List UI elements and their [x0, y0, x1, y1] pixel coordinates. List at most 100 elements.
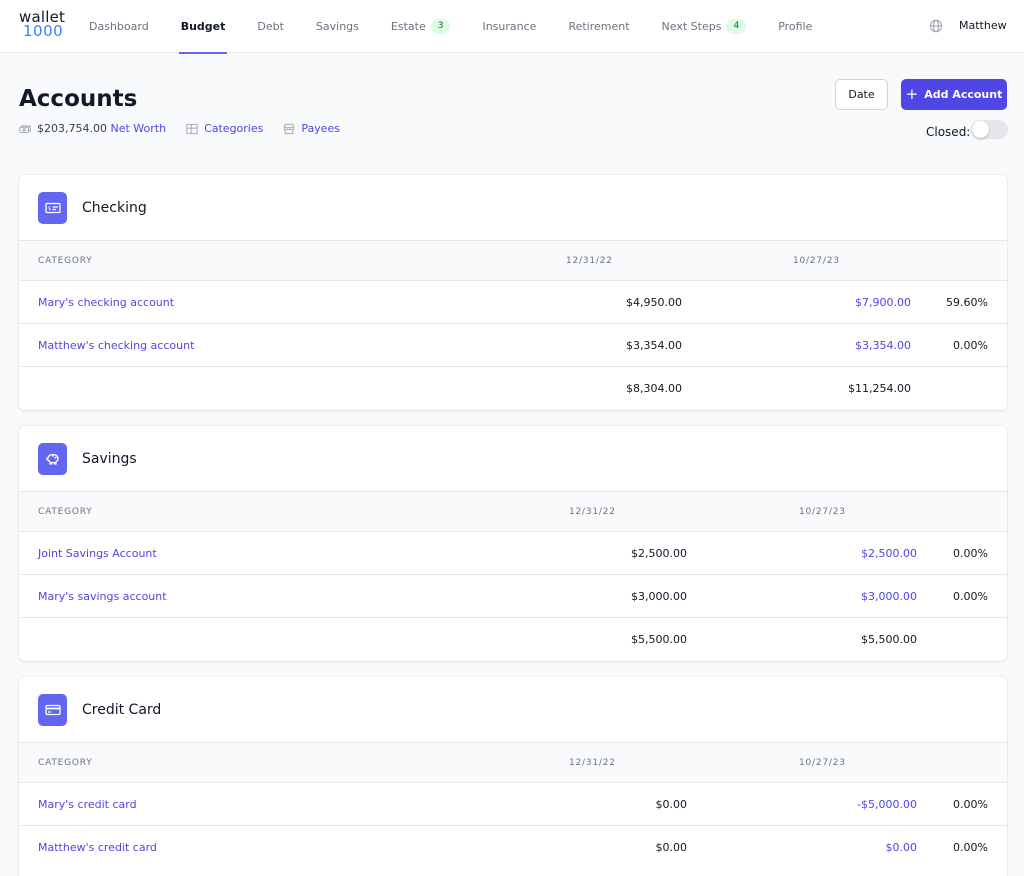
- column-header-category: CATEGORY: [38, 507, 93, 517]
- add-account-label: Add Account: [924, 88, 1003, 101]
- total-row: $8,304.00 $11,254.00: [19, 367, 1007, 410]
- table-row: Matthew's checking account $3,354.00 $3,…: [19, 324, 1007, 367]
- column-header-date2: 10/27/23: [799, 758, 846, 768]
- nav-item-label: Next Steps: [661, 20, 722, 33]
- next-steps-count-badge: 4: [726, 19, 747, 34]
- toggle-knob: [972, 121, 989, 138]
- account-name-link[interactable]: Mary's credit card: [38, 798, 137, 811]
- percent-change: 0.00%: [953, 339, 988, 352]
- add-account-button[interactable]: + Add Account: [901, 79, 1007, 110]
- page-title: Accounts: [19, 86, 138, 112]
- table-header: CATEGORY 12/31/22 10/27/23: [19, 492, 1007, 532]
- column-header-date2: 10/27/23: [799, 507, 846, 517]
- table-row: Matthew's credit card $0.00 $0.00 0.00%: [19, 826, 1007, 869]
- nav-item-label: Estate: [390, 20, 426, 33]
- nav-item-label: Insurance: [482, 20, 537, 33]
- value-date1: $0.00: [655, 798, 688, 811]
- nav-item-budget[interactable]: Budget: [165, 0, 242, 54]
- value-date2-link[interactable]: $7,900.00: [855, 296, 911, 309]
- card-header: Credit Card: [19, 677, 1007, 743]
- total-date1: $8,304.00: [626, 382, 682, 395]
- top-navigation: wallet 1000 Dashboard Budget Debt Saving…: [0, 0, 1024, 54]
- value-date2-link[interactable]: -$5,000.00: [857, 798, 917, 811]
- percent-change: 0.00%: [953, 547, 988, 560]
- column-header-category: CATEGORY: [38, 758, 93, 768]
- closed-toggle[interactable]: [971, 120, 1008, 139]
- column-header-date2: 10/27/23: [793, 256, 840, 266]
- percent-change: 59.60%: [946, 296, 988, 309]
- section-title: Savings: [82, 451, 137, 467]
- account-name-link[interactable]: Matthew's credit card: [38, 841, 157, 854]
- account-name-link[interactable]: Joint Savings Account: [38, 547, 157, 560]
- check-icon: $: [38, 192, 67, 224]
- card-header: Savings: [19, 426, 1007, 492]
- column-header-date1: 12/31/22: [569, 758, 616, 768]
- table-header: CATEGORY 12/31/22 10/27/23: [19, 241, 1007, 281]
- value-date1: $0.00: [655, 841, 688, 854]
- nav-item-savings[interactable]: Savings: [300, 0, 375, 53]
- value-date1: $3,000.00: [631, 590, 687, 603]
- net-worth-label: Net Worth: [110, 122, 167, 135]
- table-grid-icon: [186, 123, 198, 134]
- nav-item-label: Dashboard: [89, 20, 149, 33]
- value-date1: $3,354.00: [626, 339, 682, 352]
- value-date2-link[interactable]: $2,500.00: [861, 547, 917, 560]
- nav-item-label: Savings: [315, 20, 359, 33]
- categories-link[interactable]: Categories: [186, 122, 263, 135]
- table-row: Joint Savings Account $2,500.00 $2,500.0…: [19, 532, 1007, 575]
- nav-item-debt[interactable]: Debt: [241, 0, 300, 53]
- estate-count-badge: 3: [430, 19, 451, 34]
- user-name[interactable]: Matthew: [959, 19, 1007, 32]
- nav-item-estate[interactable]: Estate 3: [375, 0, 467, 53]
- total-row: $5,500.00 $5,500.00: [19, 618, 1007, 661]
- nav-item-label: Debt: [257, 20, 284, 33]
- value-date1: $2,500.00: [631, 547, 687, 560]
- value-date2-link[interactable]: $3,354.00: [855, 339, 911, 352]
- column-header-category: CATEGORY: [38, 256, 93, 266]
- payees-label: Payees: [301, 122, 341, 135]
- nav-item-label: Profile: [778, 20, 813, 33]
- credit-card-icon: [38, 694, 67, 726]
- payees-link[interactable]: Payees: [283, 122, 340, 135]
- percent-change: 0.00%: [953, 798, 988, 811]
- nav-item-dashboard[interactable]: Dashboard: [73, 0, 165, 53]
- checking-card: $ Checking CATEGORY 12/31/22 10/27/23 Ma…: [19, 175, 1007, 410]
- table-header: CATEGORY 12/31/22 10/27/23: [19, 743, 1007, 783]
- column-header-date1: 12/31/22: [566, 256, 613, 266]
- net-worth-link[interactable]: $203,754.00 Net Worth: [19, 122, 166, 135]
- date-button[interactable]: Date: [835, 79, 888, 110]
- account-name-link[interactable]: Matthew's checking account: [38, 339, 194, 352]
- nav-item-retirement[interactable]: Retirement: [552, 0, 645, 53]
- savings-card: Savings CATEGORY 12/31/22 10/27/23 Joint…: [19, 426, 1007, 661]
- section-title: Credit Card: [82, 702, 162, 718]
- section-title: Checking: [82, 200, 147, 216]
- net-worth-value: $203,754.00: [37, 122, 107, 135]
- table-row: Mary's credit card $0.00 -$5,000.00 0.00…: [19, 783, 1007, 826]
- nav-links: Dashboard Budget Debt Savings Estate 3 In…: [73, 0, 828, 54]
- nav-item-label: Retirement: [568, 20, 630, 33]
- total-date2: $11,254.00: [848, 382, 911, 395]
- credit-card-card: Credit Card CATEGORY 12/31/22 10/27/23 M…: [19, 677, 1007, 876]
- money-stack-icon: [19, 125, 31, 133]
- percent-change: 0.00%: [953, 841, 988, 854]
- value-date1: $4,950.00: [626, 296, 682, 309]
- nav-item-profile[interactable]: Profile: [762, 0, 828, 53]
- value-date2-link[interactable]: $0.00: [886, 841, 918, 854]
- percent-change: 0.00%: [953, 590, 988, 603]
- logo[interactable]: wallet 1000: [19, 10, 65, 40]
- total-date1: $5,500.00: [631, 633, 687, 646]
- table-row: Mary's savings account $3,000.00 $3,000.…: [19, 575, 1007, 618]
- nav-item-label: Budget: [180, 20, 226, 33]
- nav-item-next-steps[interactable]: Next Steps 4: [646, 0, 763, 53]
- logo-line2: 1000: [23, 22, 64, 40]
- account-name-link[interactable]: Mary's savings account: [38, 590, 167, 603]
- account-name-link[interactable]: Mary's checking account: [38, 296, 174, 309]
- closed-label: Closed:: [926, 125, 971, 139]
- store-icon: [284, 123, 295, 134]
- svg-text:$: $: [48, 206, 51, 212]
- value-date2-link[interactable]: $3,000.00: [861, 590, 917, 603]
- globe-icon[interactable]: [929, 19, 943, 33]
- column-header-date1: 12/31/22: [569, 507, 616, 517]
- piggy-bank-icon: [38, 443, 67, 475]
- nav-item-insurance[interactable]: Insurance: [466, 0, 552, 53]
